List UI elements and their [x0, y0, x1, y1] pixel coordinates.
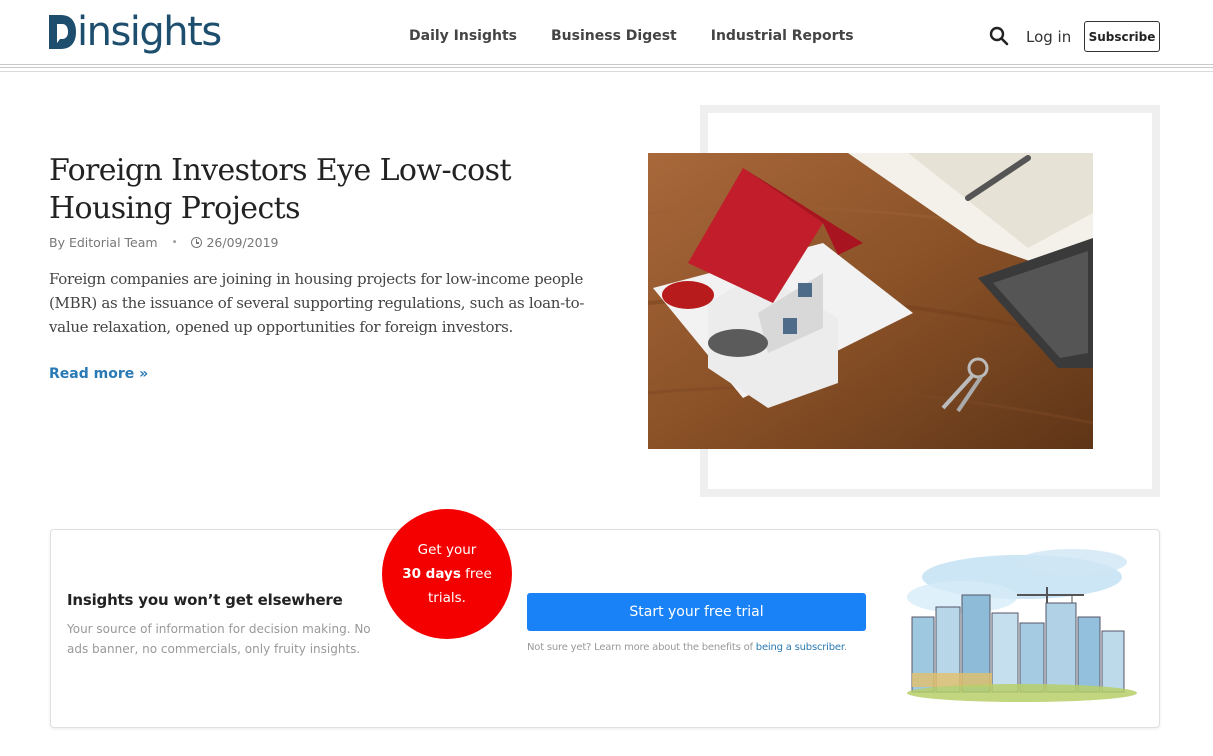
note-prefix: Not sure yet? Learn more about the benef… [527, 642, 756, 653]
article-author: By Editorial Team [49, 235, 158, 250]
logo-mark-icon [49, 15, 76, 49]
badge-line-3: trials. [428, 590, 466, 606]
site-header: insights Daily Insights Business Digest … [0, 0, 1213, 64]
badge-line-2: 30 days free [402, 562, 492, 586]
nav-business-digest[interactable]: Business Digest [551, 28, 677, 44]
article-excerpt: Foreign companies are joining in housing… [49, 270, 585, 336]
subscriber-benefits-link[interactable]: being a subscriber [756, 642, 844, 653]
article-image[interactable] [648, 153, 1093, 449]
featured-article: Foreign Investors Eye Low-cost Housing P… [49, 152, 589, 383]
promo-title: Insights you won’t get elsewhere [67, 591, 343, 609]
nav-industrial-reports[interactable]: Industrial Reports [711, 28, 854, 44]
free-trial-badge: Get your 30 days free trials. [382, 509, 512, 639]
clock-icon [191, 237, 203, 248]
nav-daily-insights[interactable]: Daily Insights [409, 28, 517, 44]
logo-text: insights [77, 9, 222, 55]
badge-emphasis: 30 days [402, 566, 461, 582]
header-divider-secondary [0, 67, 1213, 68]
search-icon[interactable] [989, 26, 1009, 46]
article-meta: By Editorial Team • 26/09/2019 [49, 235, 589, 250]
article-date: 26/09/2019 [206, 235, 279, 250]
main-nav: Daily Insights Business Digest Industria… [409, 28, 888, 44]
site-logo[interactable]: insights [49, 9, 222, 60]
badge-line-2-rest: free [460, 566, 492, 582]
promo-description: Your source of information for decision … [67, 622, 371, 656]
header-divider-tertiary [0, 71, 1213, 72]
article-title[interactable]: Foreign Investors Eye Low-cost Housing P… [49, 152, 589, 228]
start-free-trial-button[interactable]: Start your free trial [527, 593, 866, 631]
city-illustration [902, 547, 1140, 707]
subscribe-button[interactable]: Subscribe [1084, 21, 1160, 52]
read-more-link[interactable]: Read more » [49, 366, 148, 382]
note-suffix: . [843, 642, 847, 653]
login-link[interactable]: Log in [1026, 28, 1071, 46]
subscriber-benefits-note: Not sure yet? Learn more about the benef… [527, 642, 887, 653]
badge-line-1: Get your [417, 542, 477, 558]
header-divider [0, 64, 1213, 65]
meta-separator: • [171, 237, 178, 248]
